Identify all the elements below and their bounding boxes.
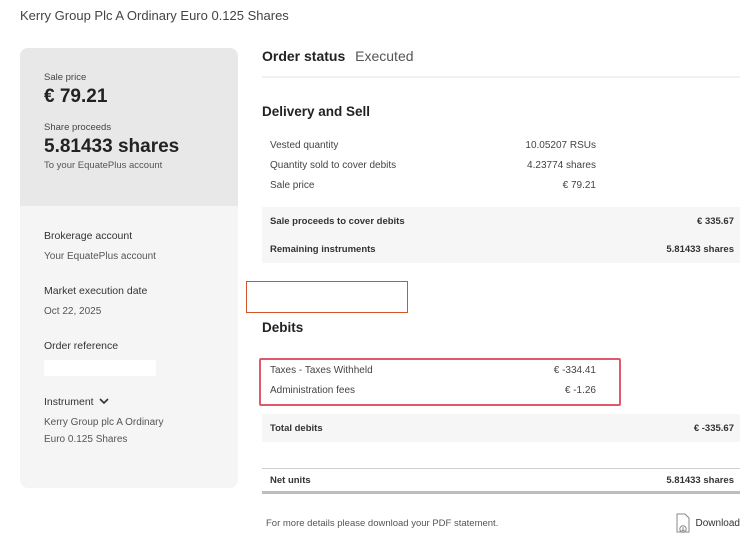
sale-proceeds-label: Sale proceeds to cover debits: [270, 215, 405, 227]
total-debits-row: Total debits € -335.67: [262, 414, 740, 442]
highlight-box-empty: [246, 281, 408, 313]
share-proceeds-note: To your EquatePlus account: [44, 160, 163, 171]
remaining-value: 5.81433 shares: [666, 243, 734, 255]
order-ref-label: Order reference: [44, 340, 119, 352]
sale-proceeds-value: € 335.67: [697, 215, 734, 227]
download-icon: [676, 513, 690, 533]
vested-quantity-row: Vested quantity 10.05207 RSUs: [262, 135, 740, 155]
market-date-value: Oct 22, 2025: [44, 306, 102, 317]
instrument-value-line1: Kerry Group plc A Ordinary: [44, 417, 164, 428]
sale-price-value: € 79.21: [44, 86, 108, 107]
row-value: € 79.21: [562, 179, 596, 191]
chevron-down-icon[interactable]: [98, 396, 109, 408]
delivery-rows: Vested quantity 10.05207 RSUs Quantity s…: [262, 135, 740, 195]
page-title: Kerry Group Plc A Ordinary Euro 0.125 Sh…: [20, 8, 289, 23]
row-label: Sale price: [270, 179, 315, 191]
remaining-instruments-row: Remaining instruments 5.81433 shares: [262, 235, 740, 263]
row-label: Quantity sold to cover debits: [270, 159, 397, 171]
order-reference: Order reference: [44, 340, 214, 376]
total-debits-label: Total debits: [270, 422, 323, 434]
share-proceeds-label: Share proceeds: [44, 122, 112, 133]
summary-card-top: Sale price € 79.21 Share proceeds 5.8143…: [20, 48, 238, 206]
transaction-details-page: Kerry Group Plc A Ordinary Euro 0.125 Sh…: [0, 0, 746, 538]
sale-price-label: Sale price: [44, 72, 87, 83]
order-status-label: Order status: [262, 48, 346, 64]
pdf-note: For more details please download your PD…: [266, 517, 499, 529]
row-value: 10.05207 RSUs: [525, 139, 596, 151]
net-units-row: Net units 5.81433 shares: [262, 468, 740, 494]
order-status-value: Executed: [355, 48, 414, 64]
delivery-section-title: Delivery and Sell: [262, 104, 371, 119]
net-units-label: Net units: [270, 474, 311, 486]
sale-price-row: Sale price € 79.21: [262, 175, 740, 195]
order-ref-redacted: [44, 360, 156, 376]
instrument[interactable]: Instrument Kerry Group plc A Ordinary Eu…: [44, 396, 214, 448]
brokerage-value: Your EquatePlus account: [44, 251, 156, 262]
download-button[interactable]: Download: [674, 513, 740, 533]
debits-section-title: Debits: [262, 320, 304, 335]
highlight-box-debits: [259, 358, 621, 406]
remaining-label: Remaining instruments: [270, 243, 376, 255]
instrument-value: Kerry Group plc A Ordinary Euro 0.125 Sh…: [44, 414, 214, 448]
instrument-toggle[interactable]: Instrument: [44, 396, 214, 408]
details-panel: Order status Executed Delivery and Sell …: [246, 48, 740, 533]
brokerage-account: Brokerage account Your EquatePlus accoun…: [44, 230, 214, 265]
summary-card: Sale price € 79.21 Share proceeds 5.8143…: [20, 48, 238, 488]
sale-proceeds-row: Sale proceeds to cover debits € 335.67: [262, 207, 740, 235]
market-execution-date: Market execution date Oct 22, 2025: [44, 285, 214, 320]
order-status: Order status Executed: [262, 48, 740, 78]
quantity-sold-row: Quantity sold to cover debits 4.23774 sh…: [262, 155, 740, 175]
market-date-label: Market execution date: [44, 285, 148, 297]
row-value: 4.23774 shares: [527, 159, 596, 171]
net-units-value: 5.81433 shares: [666, 474, 734, 486]
brokerage-label: Brokerage account: [44, 230, 133, 242]
footer: For more details please download your PD…: [266, 513, 740, 533]
row-label: Vested quantity: [270, 139, 339, 151]
download-label: Download: [695, 517, 740, 529]
instrument-value-line2: Euro 0.125 Shares: [44, 434, 128, 445]
summary-card-details: Brokerage account Your EquatePlus accoun…: [20, 206, 238, 448]
share-proceeds-value: 5.81433 shares: [44, 136, 180, 157]
instrument-label: Instrument: [44, 396, 94, 408]
total-debits-value: € -335.67: [693, 422, 734, 434]
